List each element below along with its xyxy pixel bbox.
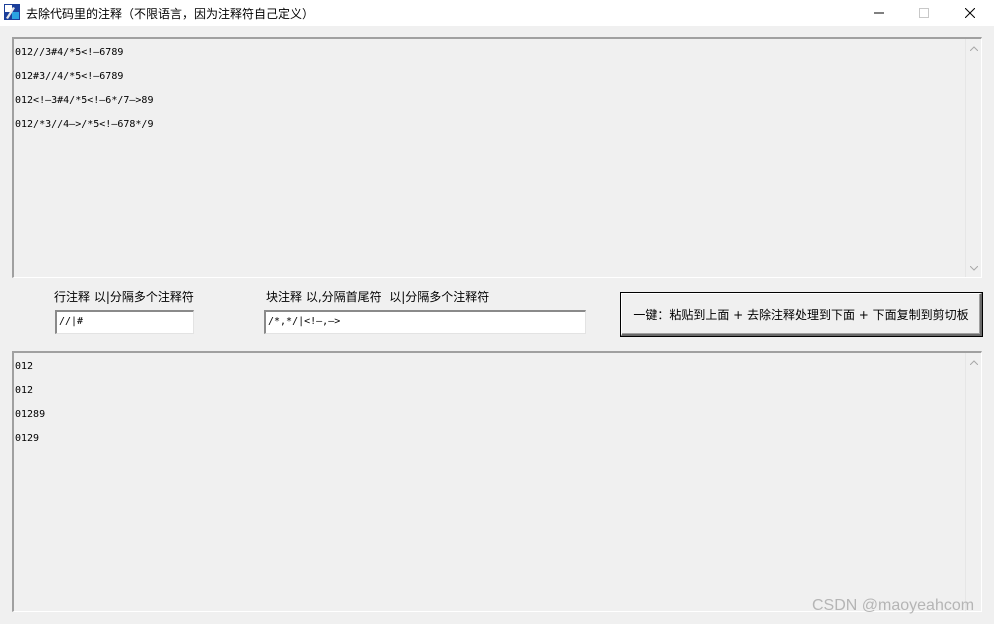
maximize-button[interactable] — [901, 0, 947, 26]
scroll-up-icon[interactable] — [969, 43, 979, 53]
block-comment-input[interactable]: /*,*/|<!—,—> — [264, 310, 586, 334]
minimize-button[interactable] — [856, 0, 902, 26]
result-textarea[interactable]: 012 012 01289 0129 — [12, 351, 982, 612]
source-line: 012/*3//4—>/*5<!—678*/9 — [15, 119, 154, 130]
result-line: 012 — [15, 361, 34, 372]
result-line: 01289 — [15, 409, 46, 420]
window-title: 去除代码里的注释（不限语言，因为注释符自己定义） — [26, 7, 315, 21]
app-window: 去除代码里的注释（不限语言，因为注释符自己定义） 012//3#4/*5<!—6… — [0, 0, 994, 624]
one-click-process-button[interactable]: 一键：粘贴到上面 + 去除注释处理到下面 + 下面复制到剪切板 — [621, 293, 982, 336]
result-lines: 012 012 01289 0129 — [15, 355, 45, 451]
minimize-icon — [874, 12, 884, 14]
result-line: 0129 — [15, 433, 40, 444]
source-line: 012#3//4/*5<!—6789 — [15, 71, 124, 82]
maximize-icon — [919, 8, 929, 18]
close-button[interactable] — [947, 0, 993, 26]
close-icon — [965, 8, 975, 18]
result-line: 012 — [15, 385, 34, 396]
app-icon — [4, 4, 20, 20]
source-line: 012//3#4/*5<!—6789 — [15, 47, 124, 58]
watermark-text: CSDN @maoyeahcom — [812, 597, 975, 614]
line-comment-label: 行注释 以|分隔多个注释符 — [54, 290, 194, 304]
source-code-lines: 012//3#4/*5<!—6789 012#3//4/*5<!—6789 01… — [15, 41, 153, 137]
source-vertical-scrollbar[interactable] — [965, 39, 981, 277]
source-line: 012<!—3#4/*5<!—6*/7—>89 — [15, 95, 154, 106]
scroll-up-icon[interactable] — [969, 357, 979, 367]
line-comment-input[interactable]: //|# — [55, 310, 194, 334]
result-vertical-scrollbar[interactable] — [965, 353, 981, 611]
title-bar: 去除代码里的注释（不限语言，因为注释符自己定义） — [0, 0, 994, 26]
block-comment-label: 块注释 以,分隔首尾符 以|分隔多个注释符 — [266, 290, 490, 304]
scroll-down-icon[interactable] — [969, 263, 979, 273]
source-code-textarea[interactable]: 012//3#4/*5<!—6789 012#3//4/*5<!—6789 01… — [12, 37, 982, 278]
